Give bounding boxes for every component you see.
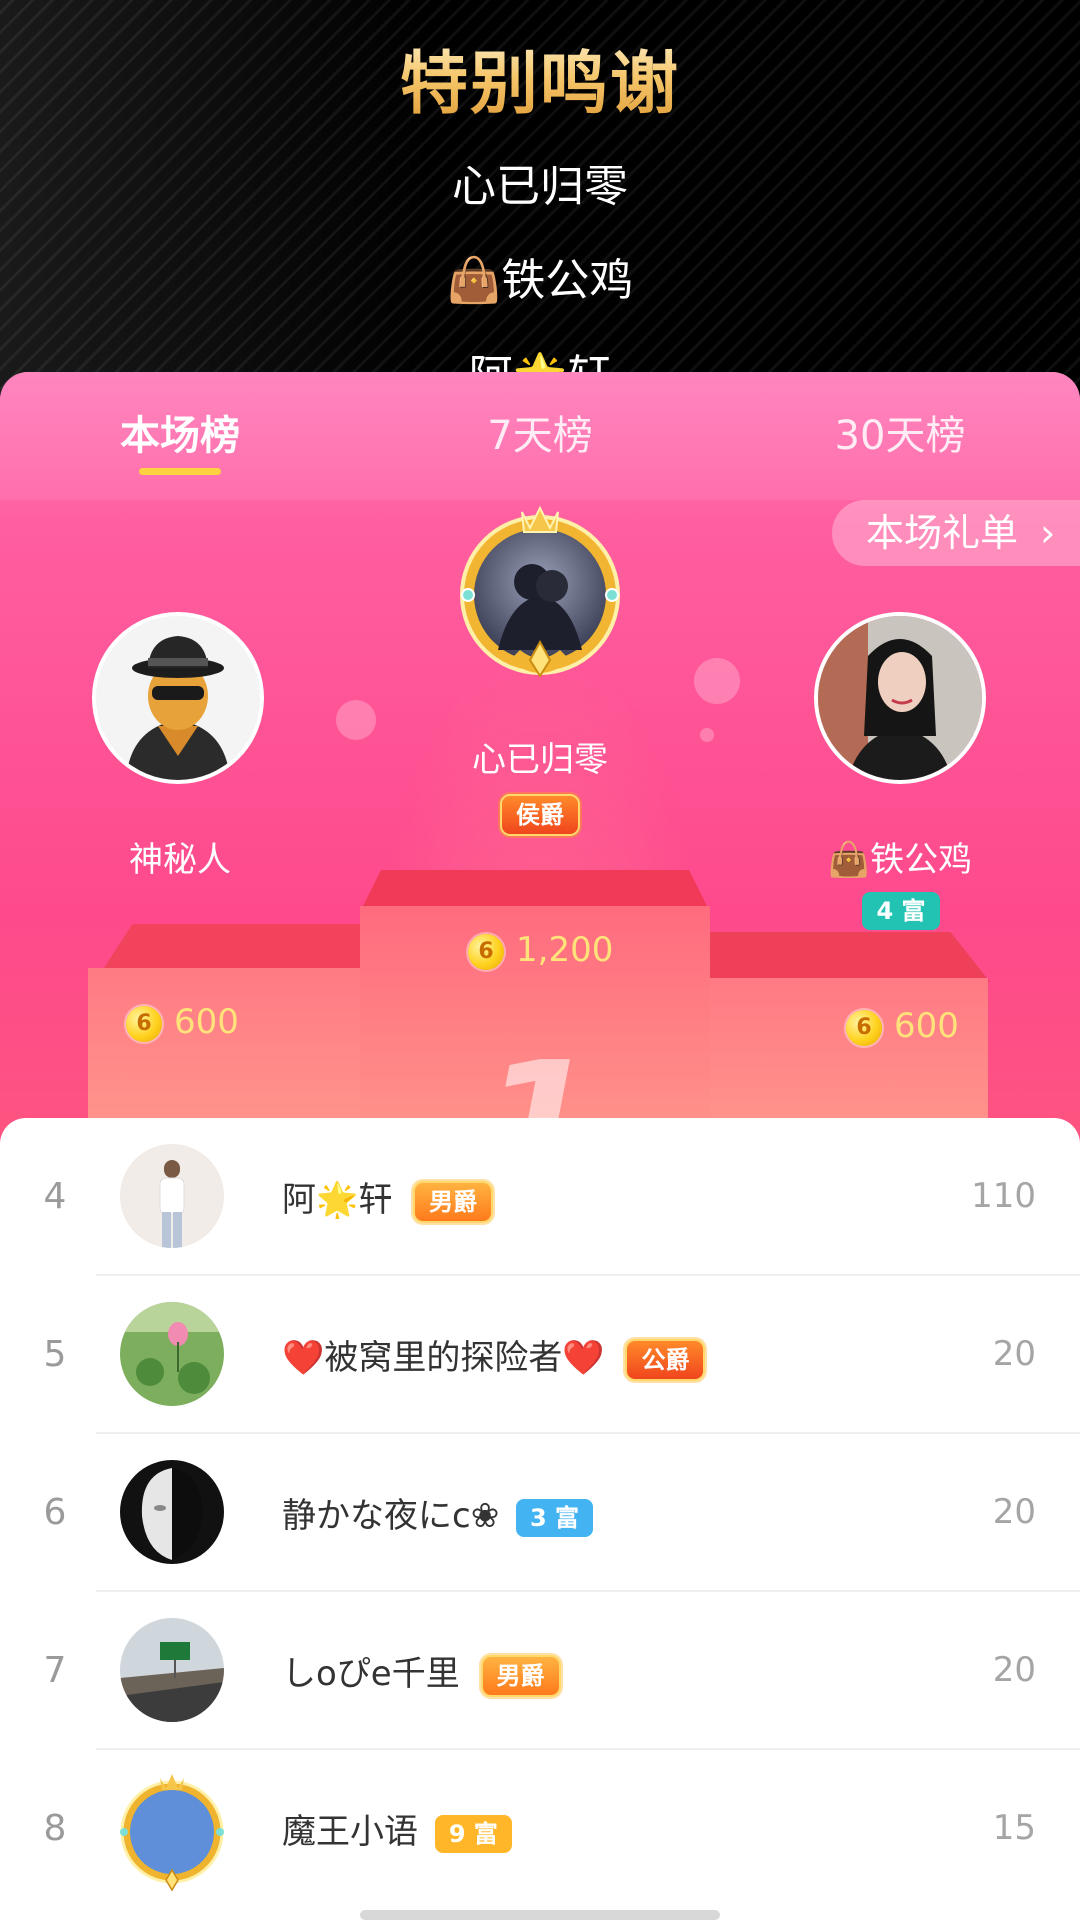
avatar [120, 1144, 224, 1248]
list-item[interactable]: 4 阿🌟轩 男爵 110 [0, 1118, 1080, 1276]
first-place-coin-value: 1,200 [516, 930, 614, 970]
list-item-name-wrap: しoぴe千里 男爵 [282, 1646, 561, 1697]
avatar [120, 1460, 224, 1564]
gift-list-button[interactable]: 本场礼单 › [832, 500, 1080, 566]
list-item[interactable]: 6 静かな夜にc❀ 3 富 20 [0, 1434, 1080, 1592]
third-place-avatar[interactable] [814, 612, 986, 784]
ranking-tabs: 本场榜 7天榜 30天榜 [0, 372, 1080, 500]
user-name: 静かな夜にc❀ [282, 1496, 500, 1536]
wealth-level-badge: 3 富 [516, 1498, 594, 1537]
tab-this-session[interactable]: 本场榜 [60, 406, 300, 466]
gold-frame-avatar-icon [120, 1774, 224, 1892]
first-place-name: 心已归零 [472, 740, 608, 780]
second-place-coins: 6 600 [126, 1000, 239, 1044]
score: 20 [992, 1650, 1036, 1690]
decor-bubble [694, 658, 740, 704]
rank-number: 8 [43, 1808, 67, 1849]
podium-third-top [708, 932, 990, 982]
list-item[interactable]: 8 魔王小语 9 富 15 [0, 1750, 1080, 1908]
decor-bubble [700, 728, 714, 742]
podium-second-top [100, 924, 370, 974]
third-place-badge-wrap: 4 富 [856, 892, 946, 930]
avatar [116, 1772, 228, 1892]
user-name: ❤️被窝里的探险者❤️ [282, 1338, 605, 1378]
coin-icon: 6 [846, 1009, 882, 1046]
chevron-right-icon: › [1040, 511, 1056, 555]
rank-number: 6 [43, 1492, 67, 1533]
lotus-photo-icon [120, 1302, 224, 1406]
thanks-name: 心已归零 [452, 161, 628, 212]
avatar [120, 1302, 224, 1406]
special-thanks-section: 特别鸣谢 心已归零 👜铁公鸡 阿🌟轩 [0, 0, 1080, 420]
gold-crown-frame-icon [460, 505, 620, 678]
noble-badge: 侯爵 [500, 794, 580, 836]
third-place-coin-value: 600 [894, 1006, 959, 1046]
avatar [120, 1618, 224, 1722]
coin-icon: 6 [126, 1005, 162, 1042]
tab-30-days[interactable]: 30天榜 [780, 406, 1020, 466]
mystery-person-icon [96, 616, 260, 780]
user-name: しoぴe千里 [282, 1654, 460, 1694]
noble-badge: 男爵 [413, 1180, 494, 1223]
score: 15 [992, 1808, 1036, 1848]
user-photo-icon [120, 1144, 224, 1248]
mask-face-icon [120, 1460, 224, 1564]
second-place-coin-value: 600 [174, 1002, 239, 1042]
user-name: 魔王小语 [282, 1812, 418, 1852]
score: 20 [992, 1334, 1036, 1374]
thanks-name: 👜铁公鸡 [446, 255, 634, 306]
tab-7-days[interactable]: 7天榜 [420, 406, 660, 466]
third-place-coins: 6 600 [846, 1004, 959, 1048]
decor-bubble [336, 700, 376, 740]
noble-badge: 公爵 [625, 1338, 706, 1381]
list-item-name-wrap: 阿🌟轩 男爵 [282, 1172, 494, 1223]
highway-photo-icon [120, 1618, 224, 1722]
third-place-name: 👜铁公鸡 [827, 840, 973, 880]
rank-number: 5 [43, 1334, 67, 1375]
first-place-badge-wrap: 侯爵 [490, 794, 590, 836]
active-tab-indicator [139, 468, 221, 475]
list-item-name-wrap: 静かな夜にc❀ 3 富 [282, 1488, 594, 1537]
list-item[interactable]: 7 しoぴe千里 男爵 20 [0, 1592, 1080, 1750]
coin-icon: 6 [468, 933, 504, 970]
rank-list: 4 阿🌟轩 男爵 110 5 ❤️被窝里的探险者❤️ 公爵 20 6 静かな夜に… [0, 1118, 1080, 1920]
second-place-avatar[interactable] [92, 612, 264, 784]
rank-number: 7 [43, 1650, 67, 1691]
gift-list-label: 本场礼单 [866, 511, 1019, 555]
list-item-name-wrap: 魔王小语 9 富 [282, 1804, 512, 1853]
user-photo-icon [818, 616, 982, 780]
user-name: 阿🌟轩 [282, 1180, 393, 1220]
score: 20 [992, 1492, 1036, 1532]
second-place-name: 神秘人 [129, 840, 231, 880]
wealth-level-badge: 9 富 [434, 1814, 512, 1853]
list-item-name-wrap: ❤️被窝里的探险者❤️ 公爵 [282, 1330, 706, 1381]
wealth-level-badge: 4 富 [862, 892, 940, 930]
list-item[interactable]: 5 ❤️被窝里的探险者❤️ 公爵 20 [0, 1276, 1080, 1434]
first-place-avatar-frame[interactable] [450, 500, 630, 690]
rank-number: 4 [43, 1176, 67, 1217]
special-thanks-title: 特别鸣谢 [0, 28, 1080, 127]
score: 110 [971, 1176, 1036, 1216]
noble-badge: 男爵 [480, 1654, 561, 1697]
home-indicator[interactable] [360, 1910, 720, 1920]
first-place-coins: 6 1,200 [468, 928, 613, 972]
ranking-panel: 本场榜 7天榜 30天榜 本场礼单 › 2 3 1 [0, 372, 1080, 1920]
